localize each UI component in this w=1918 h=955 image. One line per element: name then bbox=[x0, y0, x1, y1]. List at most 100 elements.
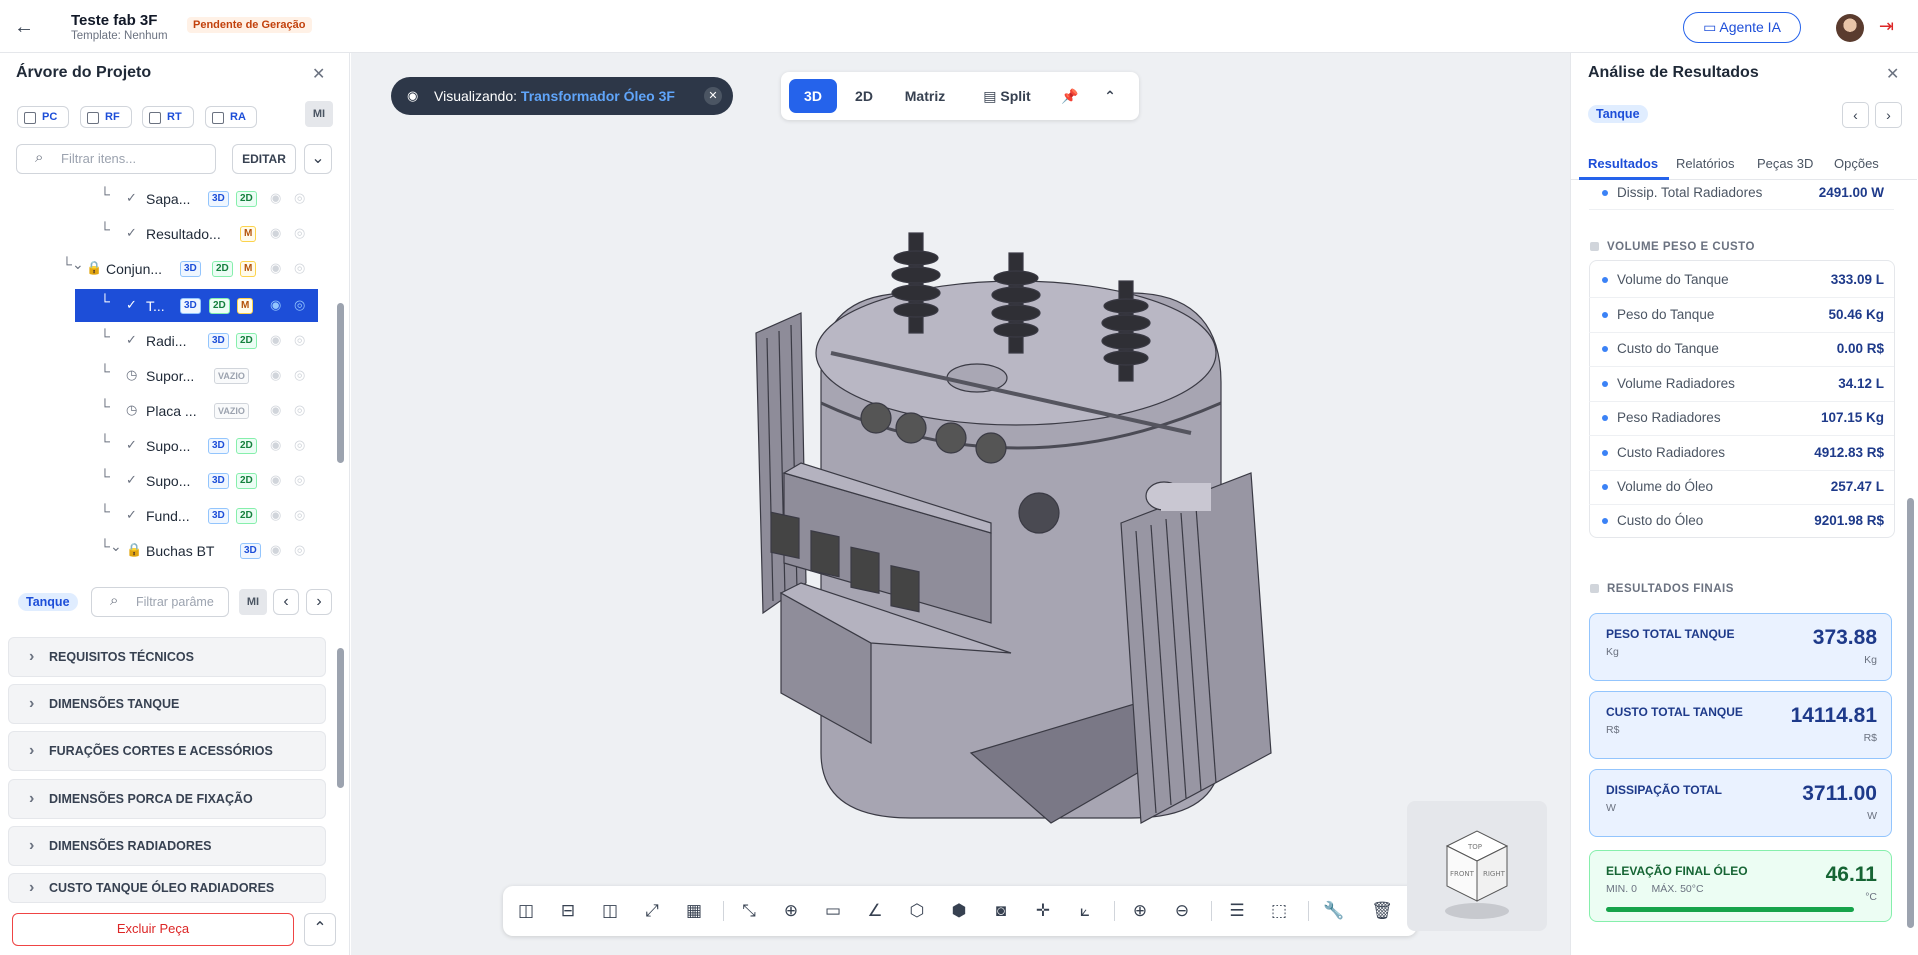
zoom-out-icon[interactable]: ⊖ bbox=[1169, 898, 1195, 924]
tree-scrollbar[interactable] bbox=[337, 303, 344, 463]
cube-outline-icon[interactable]: ⬡ bbox=[904, 898, 930, 924]
tree-row[interactable]: └ ◷ Placa ... VAZIO ◉ ◎ bbox=[0, 394, 336, 427]
explode-icon[interactable]: ⬚ bbox=[1266, 898, 1292, 924]
ruler-icon[interactable]: ▭ bbox=[820, 898, 846, 924]
checkbox-ra[interactable]: RA bbox=[205, 106, 257, 128]
view-cube-icon[interactable]: TOP FRONT RIGHT bbox=[1407, 801, 1547, 931]
eye-icon[interactable]: ◉ bbox=[270, 507, 281, 523]
tab-pecas-3d[interactable]: Peças 3D bbox=[1757, 156, 1813, 171]
target-icon[interactable]: ◎ bbox=[294, 542, 305, 558]
target-icon[interactable]: ◎ bbox=[294, 437, 305, 453]
filter-items-input[interactable]: Filtrar itens... bbox=[16, 144, 216, 174]
context-pill[interactable]: Tanque bbox=[1588, 105, 1648, 123]
param-context-pill[interactable]: Tanque bbox=[18, 593, 78, 611]
tree-row[interactable]: └ ⌄ 🔒 Conjun... 3D 2D M ◉ ◎ bbox=[0, 252, 336, 285]
eye-icon[interactable]: ◉ bbox=[270, 225, 281, 241]
chevron-right-icon[interactable]: › bbox=[1875, 102, 1902, 128]
panel-right-icon[interactable]: ◫ bbox=[597, 898, 623, 924]
scale-icon[interactable]: ⤡ bbox=[736, 898, 762, 924]
checkbox-pc[interactable]: PC bbox=[17, 106, 69, 128]
chevron-down-icon[interactable]: ⌄ bbox=[304, 144, 332, 174]
tree-row[interactable]: └ ✓ Resultado... M ◉ ◎ bbox=[0, 217, 336, 250]
logout-icon[interactable]: ⇥ bbox=[1879, 16, 1894, 37]
mode-split[interactable]: ▤ Split bbox=[971, 79, 1043, 113]
mi-toggle[interactable]: MI bbox=[239, 589, 267, 615]
zoom-in-icon[interactable]: ⊕ bbox=[1127, 898, 1153, 924]
eye-icon[interactable]: ◉ bbox=[270, 472, 281, 488]
target-icon[interactable]: ◎ bbox=[294, 472, 305, 488]
chevron-right-icon[interactable]: › bbox=[306, 589, 332, 615]
panel-left-icon[interactable]: ◫ bbox=[513, 898, 539, 924]
mi-toggle[interactable]: MI bbox=[305, 101, 333, 127]
delete-part-button[interactable]: Excluir Peça bbox=[12, 913, 294, 946]
close-icon[interactable]: ✕ bbox=[312, 64, 325, 84]
target-icon[interactable]: ◎ bbox=[294, 402, 305, 418]
chevron-left-icon[interactable]: ‹ bbox=[273, 589, 299, 615]
tab-relatorios[interactable]: Relatórios bbox=[1676, 156, 1735, 171]
eye-icon[interactable]: ◉ bbox=[270, 260, 281, 276]
target-icon[interactable]: ◎ bbox=[294, 332, 305, 348]
tree-row[interactable]: └ ◷ Supor... VAZIO ◉ ◎ bbox=[0, 359, 336, 392]
checkbox-rf[interactable]: RF bbox=[80, 106, 132, 128]
expand-icon[interactable]: ⤢ bbox=[639, 898, 665, 924]
cube-face-front[interactable]: FRONT bbox=[1450, 870, 1475, 878]
eye-icon[interactable]: ◉ bbox=[270, 332, 281, 348]
mode-3d[interactable]: 3D bbox=[789, 79, 837, 113]
tab-resultados[interactable]: Resultados bbox=[1588, 156, 1658, 171]
edit-button[interactable]: EDITAR bbox=[232, 144, 296, 174]
list-icon[interactable]: ☰ bbox=[1224, 898, 1250, 924]
section-custo[interactable]: CUSTO TANQUE ÓLEO RADIADORES bbox=[8, 873, 326, 903]
target-icon[interactable]: ◎ bbox=[294, 507, 305, 523]
3d-viewport[interactable]: ◉ Visualizando: Transformador Óleo 3F ✕ … bbox=[351, 53, 1570, 955]
checkbox-rt[interactable]: RT bbox=[142, 106, 194, 128]
wrench-icon[interactable]: 🔧 bbox=[1321, 898, 1347, 924]
camera-icon[interactable]: ◙ bbox=[988, 898, 1014, 924]
eye-icon[interactable]: ◉ bbox=[270, 402, 281, 418]
close-icon[interactable]: ✕ bbox=[1886, 64, 1899, 84]
section-dimensoes-radiadores[interactable]: DIMENSÕES RADIADORES bbox=[8, 826, 326, 866]
tree-row[interactable]: └ ⌄ 🔒 Buchas BT 3D ◉ ◎ bbox=[0, 534, 336, 567]
eye-icon[interactable]: ◉ bbox=[270, 367, 281, 383]
filter-params-input[interactable]: Filtrar parâme bbox=[91, 587, 229, 617]
eye-icon[interactable]: ◉ bbox=[270, 297, 281, 313]
eye-icon[interactable]: ◉ bbox=[270, 542, 281, 558]
results-scrollbar[interactable] bbox=[1907, 498, 1914, 928]
params-scrollbar[interactable] bbox=[337, 648, 344, 788]
cube-face-top[interactable]: TOP bbox=[1467, 843, 1482, 851]
chevron-down-icon[interactable]: ⌄ bbox=[110, 538, 122, 555]
chevron-up-icon[interactable]: ⌃ bbox=[1099, 79, 1121, 113]
target-icon[interactable]: ◎ bbox=[294, 297, 305, 313]
target-icon[interactable]: ◎ bbox=[294, 190, 305, 206]
close-icon[interactable]: ✕ bbox=[704, 87, 722, 105]
target-icon[interactable]: ◎ bbox=[294, 260, 305, 276]
cube-face-right[interactable]: RIGHT bbox=[1483, 870, 1506, 878]
tab-opcoes[interactable]: Opções bbox=[1834, 156, 1879, 171]
agent-ia-button[interactable]: ▭ Agente IA bbox=[1683, 12, 1801, 43]
globe-icon[interactable]: ⊕ bbox=[778, 898, 804, 924]
eye-icon[interactable]: ◉ bbox=[270, 437, 281, 453]
view-cube[interactable]: TOP FRONT RIGHT bbox=[1407, 801, 1547, 931]
chevron-up-icon[interactable]: ⌃ bbox=[304, 913, 336, 946]
section-furacoes[interactable]: FURAÇÕES CORTES E ACESSÓRIOS bbox=[8, 731, 326, 771]
grid-icon[interactable]: ▦ bbox=[681, 898, 707, 924]
tree-row[interactable]: └ ✓ Supo... 3D 2D ◉ ◎ bbox=[0, 429, 336, 462]
chevron-left-icon[interactable]: ‹ bbox=[1842, 102, 1869, 128]
section-requisitos-tecnicos[interactable]: REQUISITOS TÉCNICOS bbox=[8, 637, 326, 677]
axis-icon[interactable]: ⟀ bbox=[1072, 898, 1098, 924]
trash-icon[interactable]: 🗑 bbox=[1369, 898, 1395, 924]
avatar[interactable] bbox=[1836, 14, 1864, 42]
tree-row-selected[interactable]: └ ✓ T... 3D 2D M ◉ ◎ bbox=[75, 289, 318, 322]
tree-row[interactable]: └ ✓ Supo... 3D 2D ◉ ◎ bbox=[0, 464, 336, 497]
pin-icon[interactable]: 📌 bbox=[1059, 79, 1081, 113]
panel-bottom-icon[interactable]: ⊟ bbox=[555, 898, 581, 924]
transformer-3d-model[interactable] bbox=[351, 53, 1570, 955]
section-dimensoes-tanque[interactable]: DIMENSÕES TANQUE bbox=[8, 684, 326, 724]
box-icon[interactable]: ⬢ bbox=[946, 898, 972, 924]
target-icon[interactable]: ◎ bbox=[294, 225, 305, 241]
section-porca-fixacao[interactable]: DIMENSÕES PORCA DE FIXAÇÃO bbox=[8, 779, 326, 819]
chevron-down-icon[interactable]: ⌄ bbox=[72, 256, 84, 273]
target-icon[interactable]: ◎ bbox=[294, 367, 305, 383]
back-arrow-icon[interactable]: ← bbox=[14, 16, 34, 39]
mode-matriz[interactable]: Matriz bbox=[893, 79, 957, 113]
tree-row[interactable]: └ ✓ Sapa... 3D 2D ◉ ◎ bbox=[0, 182, 336, 215]
